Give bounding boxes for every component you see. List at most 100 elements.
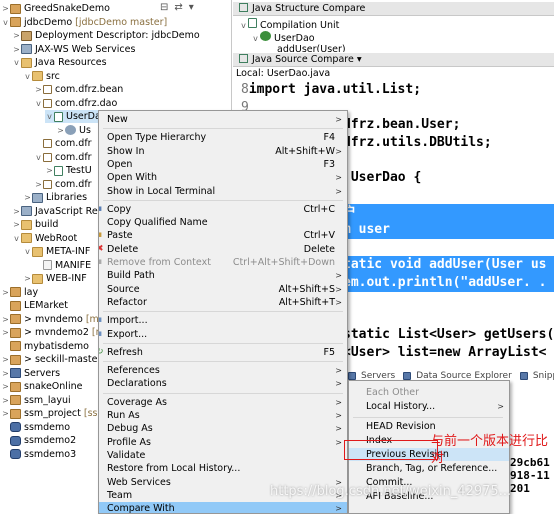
- menu-item-open-with[interactable]: Open With >: [99, 171, 347, 184]
- menu-item-declarations[interactable]: Declarations >: [99, 377, 347, 390]
- collapsed-chevron-icon[interactable]: >: [1, 286, 10, 299]
- tree-item[interactable]: > JAX-WS Web Services: [12, 43, 135, 56]
- collapse-all-icon[interactable]: ⊟: [160, 2, 168, 16]
- tree-item[interactable]: > TestU: [45, 164, 92, 177]
- collapsed-chevron-icon[interactable]: >: [34, 83, 43, 96]
- tree-item[interactable]: > Libraries: [23, 191, 87, 204]
- structure-row-adduser[interactable]: addUser(User): [277, 44, 346, 52]
- menu-item-show-in-local-terminal[interactable]: Show in Local Terminal >: [99, 185, 347, 198]
- menu-item-build-path[interactable]: Build Path >: [99, 269, 347, 282]
- expanded-chevron-icon[interactable]: v: [23, 245, 32, 258]
- menu-item-source[interactable]: Source Alt+Shift+S >: [99, 283, 347, 296]
- source-compare-tab[interactable]: Java Source Compare ▾: [233, 53, 554, 67]
- menu-item-profile-as[interactable]: Profile As >: [99, 436, 347, 449]
- collapsed-chevron-icon[interactable]: >: [23, 191, 32, 204]
- menu-item-copy[interactable]: ▪Copy Ctrl+C: [99, 203, 347, 216]
- expanded-chevron-icon[interactable]: v: [1, 16, 10, 29]
- collapsed-chevron-icon[interactable]: >: [12, 43, 21, 56]
- collapsed-chevron-icon[interactable]: >: [12, 218, 21, 231]
- menu-item-compare-with[interactable]: Compare With >: [99, 502, 347, 513]
- tree-item[interactable]: v com.dfrz.dao: [34, 97, 117, 110]
- tree-item[interactable]: > Us: [56, 124, 91, 137]
- tree-item[interactable]: > lay: [1, 286, 38, 299]
- collapsed-chevron-icon[interactable]: >: [1, 407, 10, 420]
- menu-item-debug-as[interactable]: Debug As >: [99, 422, 347, 435]
- menu-item-run-as[interactable]: Run As >: [99, 409, 347, 422]
- menu-item-import[interactable]: ▪Import...: [99, 314, 347, 327]
- view-menu-icon[interactable]: ▾: [189, 2, 194, 16]
- tree-item[interactable]: > com.dfr: [34, 178, 91, 191]
- collapsed-chevron-icon[interactable]: >: [1, 394, 10, 407]
- menu-item-open-type-hierarchy[interactable]: Open Type Hierarchy F4: [99, 131, 347, 144]
- expanded-chevron-icon[interactable]: v: [34, 97, 43, 110]
- tree-item[interactable]: LEMarket: [1, 299, 68, 312]
- collapsed-chevron-icon[interactable]: >: [45, 164, 54, 177]
- tree-item[interactable]: > Deployment Descriptor: jdbcDemo: [12, 29, 200, 42]
- menu-item-remove-from-context[interactable]: ▪Remove from Context Ctrl+Alt+Shift+Down: [99, 256, 347, 269]
- tree-item[interactable]: com.dfr: [34, 137, 92, 150]
- expanded-chevron-icon[interactable]: v: [45, 110, 54, 123]
- collapsed-chevron-icon[interactable]: >: [56, 124, 65, 137]
- expanded-chevron-icon[interactable]: v: [23, 70, 32, 83]
- expanded-chevron-icon[interactable]: v: [12, 56, 21, 69]
- menu-item-new[interactable]: New >: [99, 113, 347, 126]
- collapsed-chevron-icon[interactable]: >: [23, 272, 32, 285]
- structure-compare-tab[interactable]: Java Structure Compare: [233, 2, 554, 16]
- menu-item-export[interactable]: ▪Export...: [99, 328, 347, 341]
- structure-row-compilation-unit[interactable]: v Compilation Unit: [239, 18, 339, 31]
- tree-item[interactable]: v com.dfr: [34, 151, 91, 164]
- tree-item[interactable]: > > mvndemo [m: [1, 313, 99, 326]
- tree-item[interactable]: mybatisdemo: [1, 340, 89, 353]
- bottom-tab[interactable]: Snippets: [519, 369, 554, 383]
- tree-item[interactable]: >> mvndemo2[m: [1, 326, 105, 339]
- chevron-down-icon[interactable]: ▾: [357, 54, 362, 65]
- collapsed-chevron-icon[interactable]: >: [1, 2, 10, 15]
- tree-item[interactable]: v Java Resources: [12, 56, 106, 69]
- menu-item-coverage-as[interactable]: Coverage As >: [99, 396, 347, 409]
- submenu-item-each-other[interactable]: Each Other: [349, 386, 509, 399]
- submenu-item-local-history[interactable]: Local History... >: [349, 400, 509, 413]
- submenu-item-head-revision[interactable]: HEAD Revision: [349, 420, 509, 433]
- tree-item[interactable]: ssmdemo: [1, 421, 70, 434]
- tree-item[interactable]: v META-INF: [23, 245, 90, 258]
- collapsed-chevron-icon[interactable]: >: [12, 205, 21, 218]
- tree-item[interactable]: > GreedSnakeDemo: [1, 2, 110, 15]
- menu-item-open[interactable]: Open F3: [99, 158, 347, 171]
- tree-item[interactable]: > snakeOnline: [1, 380, 82, 393]
- menu-item-references[interactable]: References >: [99, 364, 347, 377]
- tree-item[interactable]: v WebRoot: [12, 232, 77, 245]
- tree-item[interactable]: > WEB-INF: [23, 272, 87, 285]
- menu-item-restore-from-local-history[interactable]: Restore from Local History...: [99, 462, 347, 475]
- expanded-chevron-icon[interactable]: v: [12, 232, 21, 245]
- menu-item-copy-qualified-name[interactable]: Copy Qualified Name: [99, 216, 347, 229]
- tree-item[interactable]: > > seckill-master: [1, 353, 101, 366]
- tree-item[interactable]: v src: [23, 70, 60, 83]
- menu-item-paste[interactable]: ▪Paste Ctrl+V: [99, 229, 347, 242]
- menu-item-refresh[interactable]: ↻Refresh F5: [99, 346, 347, 359]
- tree-item[interactable]: ssmdemo2: [1, 434, 76, 447]
- collapsed-chevron-icon[interactable]: >: [1, 367, 10, 380]
- tree-item[interactable]: v jdbcDemo [jdbcDemo master]: [1, 16, 167, 29]
- expanded-chevron-icon[interactable]: v: [34, 151, 43, 164]
- menu-item-refactor[interactable]: Refactor Alt+Shift+T >: [99, 296, 347, 309]
- collapsed-chevron-icon[interactable]: >: [34, 178, 43, 191]
- collapsed-chevron-icon[interactable]: >: [1, 380, 10, 393]
- menu-item-show-in[interactable]: Show In Alt+Shift+W >: [99, 145, 347, 158]
- tree-item[interactable]: > Servers: [1, 367, 60, 380]
- tree-item[interactable]: > build: [12, 218, 58, 231]
- git-decoration: [ss: [83, 408, 98, 419]
- tree-item[interactable]: ssmdemo3: [1, 448, 76, 461]
- tree-item[interactable]: > com.dfrz.bean: [34, 83, 123, 96]
- tree-item[interactable]: > ssm_project [ss: [1, 407, 97, 420]
- structure-row-userdao[interactable]: v UserDao: [251, 31, 315, 44]
- menu-item-validate[interactable]: Validate: [99, 449, 347, 462]
- menu-item-delete[interactable]: ✖DeleteDelete: [99, 243, 347, 256]
- collapsed-chevron-icon[interactable]: >: [12, 29, 21, 42]
- tree-item[interactable]: MANIFE: [34, 259, 91, 272]
- tree-item[interactable]: > ssm_layui: [1, 394, 71, 407]
- collapsed-chevron-icon[interactable]: >: [1, 313, 10, 326]
- collapsed-chevron-icon[interactable]: >: [1, 353, 10, 366]
- collapsed-chevron-icon[interactable]: >: [1, 326, 10, 339]
- link-editor-icon[interactable]: ⇄: [174, 2, 182, 16]
- tree-item[interactable]: > JavaScript Re: [12, 205, 98, 218]
